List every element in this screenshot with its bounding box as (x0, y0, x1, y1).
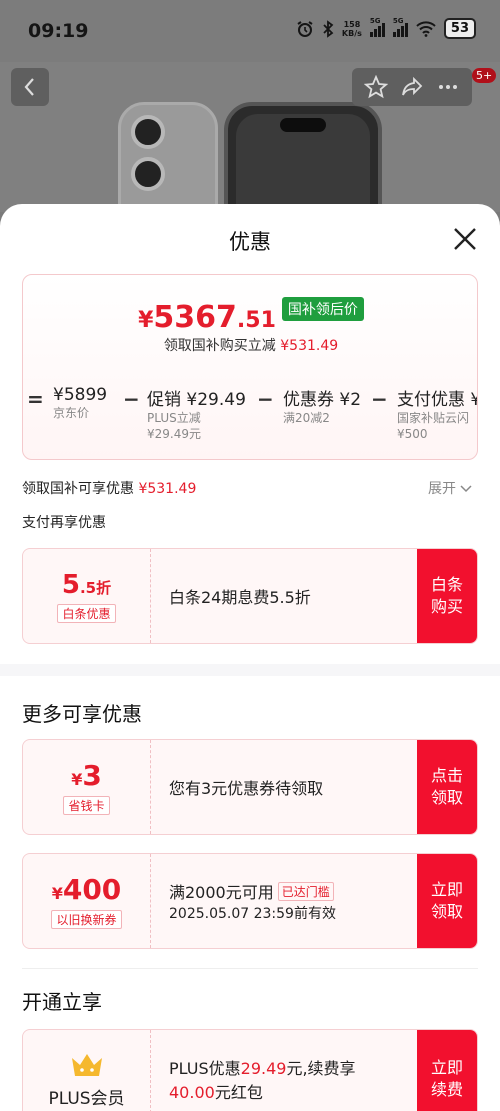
product-hero: 5+ (0, 62, 500, 212)
breakdown-op: = (27, 387, 44, 411)
offer-value: ¥3 (71, 759, 102, 792)
final-price: ¥5367.51 (138, 300, 276, 335)
offer-left: ¥3 省钱卡 (23, 740, 151, 834)
breakdown-op: − (371, 387, 388, 411)
back-button[interactable] (11, 68, 49, 106)
crown-icon (71, 1053, 102, 1076)
status-icons: 158 KB/s 5G 5G 53 (296, 17, 476, 39)
breakdown-item: 促销 ¥29.49 PLUS立减 ¥29.49元 (147, 390, 246, 441)
offer-left: PLUS会员 (23, 1030, 151, 1111)
final-price-row: ¥5367.51 国补领后价 (23, 297, 477, 335)
clock: 09:19 (28, 20, 89, 42)
bluetooth-icon (323, 19, 334, 38)
baitiao-offer-card: 5.5折 白条优惠 白条24期息费5.5折 白条购买 (22, 548, 478, 644)
discount-sheet: 优惠 ¥5367.51 国补领后价 领取国补购买立减 ¥531.49 = ¥58… (0, 204, 500, 1111)
claim-coupon-button[interactable]: 点击领取 (417, 740, 477, 834)
signal-icon-2: 5G (392, 17, 408, 37)
offer-left: 5.5折 白条优惠 (23, 549, 151, 643)
breakdown-op: − (123, 387, 140, 411)
coupon-card: ¥3 省钱卡 您有3元优惠券待领取 点击领取 (22, 739, 478, 835)
share-icon[interactable] (400, 75, 424, 99)
pay-again-label: 支付再享优惠 (22, 515, 106, 531)
threshold-badge: 已达门槛 (277, 882, 334, 901)
chevron-down-icon (460, 485, 472, 493)
price-tag: 国补领后价 (281, 297, 364, 321)
wifi-icon (416, 20, 436, 37)
status-bar: 09:19 158 KB/s 5G 5G 53 (0, 0, 500, 62)
breakdown-item: ¥5899 京东价 (53, 385, 108, 420)
claim-trade-in-button[interactable]: 立即领取 (417, 854, 477, 948)
signal-icon: 5G (369, 17, 385, 37)
divider (22, 968, 478, 969)
chevron-left-icon (24, 78, 34, 96)
offer-chip: 省钱卡 (63, 796, 110, 815)
open-membership-title: 开通立享 (22, 990, 102, 1014)
price-breakdown: = ¥5899 京东价 − 促销 ¥29.49 PLUS立减 ¥29.49元 −… (23, 385, 478, 449)
breakdown-item: 优惠券 ¥2 满20减2 (283, 390, 362, 425)
trade-in-coupon-card: ¥400 以旧换新券 满2000元可用 已达门槛 2025.05.07 23:59… (22, 853, 478, 949)
price-card: ¥5367.51 国补领后价 领取国补购买立减 ¥531.49 = ¥5899 … (22, 274, 478, 460)
more-icon[interactable] (436, 75, 460, 99)
offer-chip: 以旧换新券 (51, 910, 122, 929)
battery-indicator: 53 (443, 18, 476, 39)
star-icon[interactable] (364, 75, 388, 99)
plus-offer-card: PLUS会员 PLUS优惠29.49元,续费享 40.00元红包 立即续费 (22, 1029, 478, 1111)
offer-text: 白条24期息费5.5折 (169, 588, 311, 607)
sheet-title: 优惠 (229, 230, 271, 254)
renew-plus-button[interactable]: 立即续费 (417, 1030, 477, 1111)
plus-label: PLUS会员 (48, 1088, 125, 1109)
header-toolbar (352, 68, 472, 106)
alarm-icon (297, 20, 313, 37)
subsidy-summary: 领取国补可享优惠 ¥531.49 (22, 481, 197, 497)
baitiao-buy-button[interactable]: 白条购买 (417, 549, 477, 643)
breakdown-item: 支付优惠 ¥ 国家补贴云闪 ¥500 (397, 390, 478, 441)
price-subtext: 领取国补购买立减 ¥531.49 (163, 338, 339, 354)
offer-text: 您有3元优惠券待领取 (169, 779, 324, 798)
offer-chip: 白条优惠 (57, 603, 116, 623)
product-image-front (224, 102, 382, 212)
offer-value: 5.5折 (61, 569, 112, 600)
expand-button[interactable]: 展开 (428, 478, 472, 498)
offer-left: ¥400 以旧换新券 (23, 854, 151, 948)
breakdown-op: − (257, 387, 274, 411)
offer-value: ¥400 (51, 873, 122, 906)
more-offers-title: 更多可享优惠 (22, 702, 142, 726)
net-speed: 158 KB/s (341, 19, 362, 38)
offer-text: PLUS优惠29.49元,续费享 40.00元红包 (169, 1059, 356, 1102)
product-image-back (118, 102, 218, 212)
close-icon[interactable] (452, 226, 478, 252)
section-divider (0, 664, 500, 676)
message-count-badge: 5+ (472, 68, 497, 83)
offer-text: 满2000元可用 已达门槛 2025.05.07 23:59前有效 (169, 882, 336, 922)
expiry-text: 2025.05.07 23:59前有效 (169, 906, 336, 922)
